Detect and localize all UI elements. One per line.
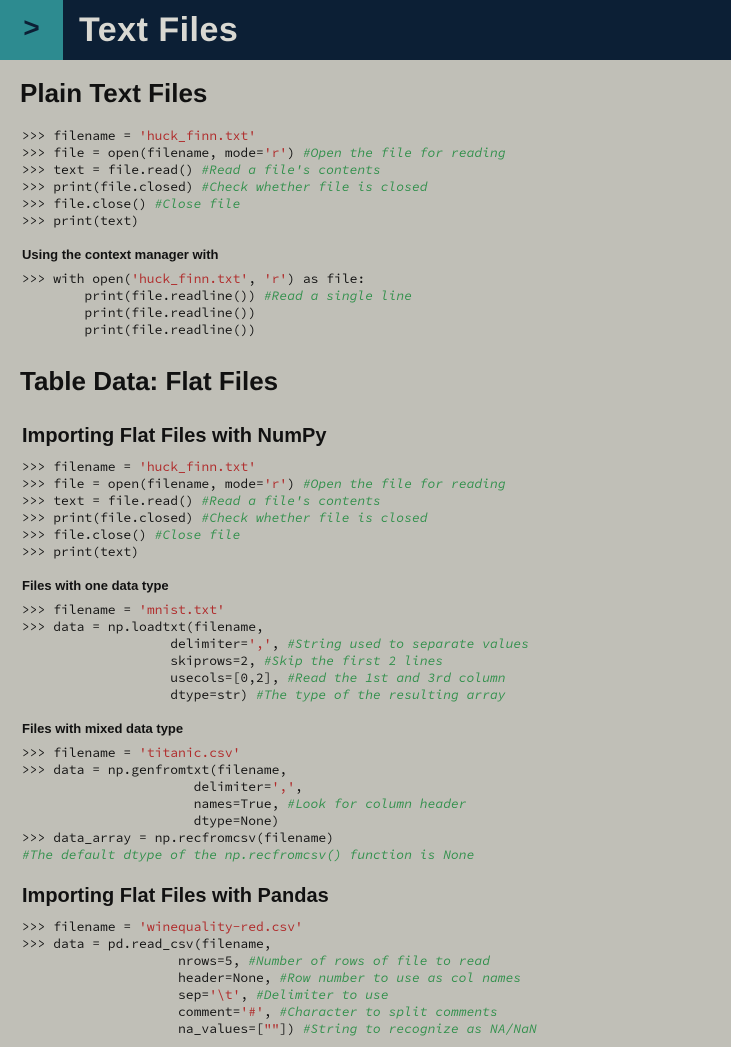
section-plain-text-title: Plain Text Files xyxy=(0,60,731,125)
prompt-icon: > xyxy=(0,0,63,60)
code-numpy-loadtxt: >>> filename = 'mnist.txt' >>> data = np… xyxy=(0,599,731,713)
code-plain-open: >>> filename = 'huck_finn.txt' >>> file … xyxy=(0,125,731,239)
subsection-numpy-title: Importing Flat Files with NumPy xyxy=(0,413,731,456)
note-context-manager: Using the context manager with xyxy=(0,239,731,268)
note-one-dtype: Files with one data type xyxy=(0,570,731,599)
prompt-text: > xyxy=(23,15,40,46)
code-numpy-genfromtxt: >>> filename = 'titanic.csv' >>> data = … xyxy=(0,742,731,873)
note-mixed-dtype: Files with mixed data type xyxy=(0,713,731,742)
code-pandas-readcsv: >>> filename = 'winequality-red.csv' >>>… xyxy=(0,916,731,1047)
header-bar: > Text Files xyxy=(0,0,731,60)
code-plain-with: >>> with open('huck_finn.txt', 'r') as f… xyxy=(0,268,731,348)
page-title: Text Files xyxy=(79,11,238,50)
subsection-pandas-title: Importing Flat Files with Pandas xyxy=(0,873,731,916)
section-table-data-title: Table Data: Flat Files xyxy=(0,348,731,413)
code-numpy-open: >>> filename = 'huck_finn.txt' >>> file … xyxy=(0,456,731,570)
